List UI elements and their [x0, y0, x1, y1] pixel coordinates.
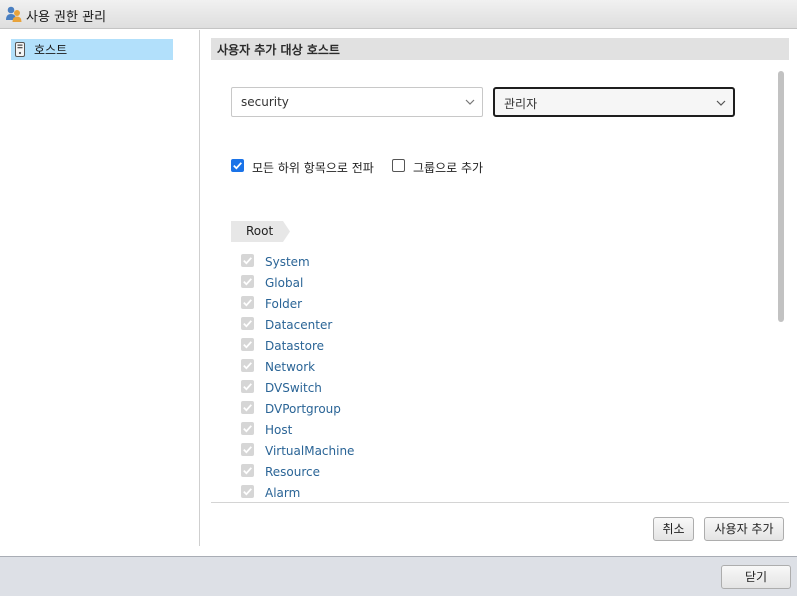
role-select[interactable]: 관리자: [493, 87, 735, 117]
privilege-label: Datastore: [265, 339, 325, 353]
privilege-checkbox[interactable]: [241, 359, 254, 372]
privilege-checkbox[interactable]: [241, 464, 254, 477]
cancel-button[interactable]: 취소: [653, 517, 694, 541]
privilege-label: Host: [265, 423, 293, 437]
privilege-label: DVPortgroup: [265, 402, 341, 416]
privilege-row[interactable]: Host: [231, 420, 531, 441]
role-select-value: 관리자: [504, 97, 538, 111]
privilege-row[interactable]: Datastore: [231, 336, 531, 357]
title-bar: 사용 권한 관리: [0, 0, 797, 29]
user-select[interactable]: security: [231, 87, 483, 117]
footer-bar: 닫기: [0, 556, 797, 596]
privilege-label: Resource: [265, 465, 321, 479]
privilege-checkbox[interactable]: [241, 401, 254, 414]
privilege-checkbox[interactable]: [241, 317, 254, 330]
privilege-label: Datacenter: [265, 318, 333, 332]
privilege-label: System: [265, 255, 310, 269]
check-icon: [233, 162, 242, 170]
privilege-checkbox[interactable]: [241, 485, 254, 498]
privilege-checkbox[interactable]: [241, 275, 254, 288]
privilege-checkbox[interactable]: [241, 338, 254, 351]
privilege-row[interactable]: VirtualMachine: [231, 441, 531, 462]
user-select-value: security: [241, 95, 289, 109]
privilege-label: Alarm: [265, 486, 301, 500]
divider: [211, 502, 789, 503]
close-button[interactable]: 닫기: [721, 565, 791, 589]
sidebar-item-label: 호스트: [34, 43, 68, 57]
chevron-down-icon: [465, 99, 475, 105]
sidebar-item-host[interactable]: 호스트: [11, 39, 173, 60]
privilege-label: DVSwitch: [265, 381, 322, 395]
add-user-button[interactable]: 사용자 추가: [704, 517, 784, 541]
privilege-row[interactable]: Global: [231, 273, 531, 294]
propagate-checkbox[interactable]: [231, 159, 244, 172]
privilege-row[interactable]: DVSwitch: [231, 378, 531, 399]
privilege-label: Folder: [265, 297, 303, 311]
scrollbar[interactable]: [778, 71, 784, 322]
window-title: 사용 권한 관리: [26, 10, 107, 25]
privilege-row[interactable]: Resource: [231, 462, 531, 483]
chevron-down-icon: [716, 100, 726, 106]
privilege-row[interactable]: System: [231, 252, 531, 273]
privilege-label: VirtualMachine: [265, 444, 355, 458]
privilege-label: Global: [265, 276, 304, 290]
privilege-row[interactable]: Network: [231, 357, 531, 378]
privilege-row[interactable]: Alarm: [231, 483, 531, 504]
users-icon: [6, 6, 22, 22]
host-icon: [15, 42, 25, 57]
section-title: 사용자 추가 대상 호스트: [211, 38, 789, 60]
add-as-group-checkbox[interactable]: [392, 159, 405, 172]
propagate-label: 모든 하위 항목으로 전파: [252, 161, 374, 175]
privilege-checkbox[interactable]: [241, 422, 254, 435]
breadcrumb-label: Root: [246, 224, 274, 238]
privilege-checkbox[interactable]: [241, 380, 254, 393]
privilege-label: Network: [265, 360, 316, 374]
privilege-row[interactable]: DVPortgroup: [231, 399, 531, 420]
privilege-checkbox[interactable]: [241, 296, 254, 309]
privilege-row[interactable]: Folder: [231, 294, 531, 315]
privilege-checkbox[interactable]: [241, 254, 254, 267]
privilege-row[interactable]: Datacenter: [231, 315, 531, 336]
sidebar: 호스트: [0, 30, 200, 546]
breadcrumb[interactable]: Root: [231, 221, 291, 242]
privilege-checkbox[interactable]: [241, 443, 254, 456]
add-as-group-label: 그룹으로 추가: [413, 161, 484, 175]
